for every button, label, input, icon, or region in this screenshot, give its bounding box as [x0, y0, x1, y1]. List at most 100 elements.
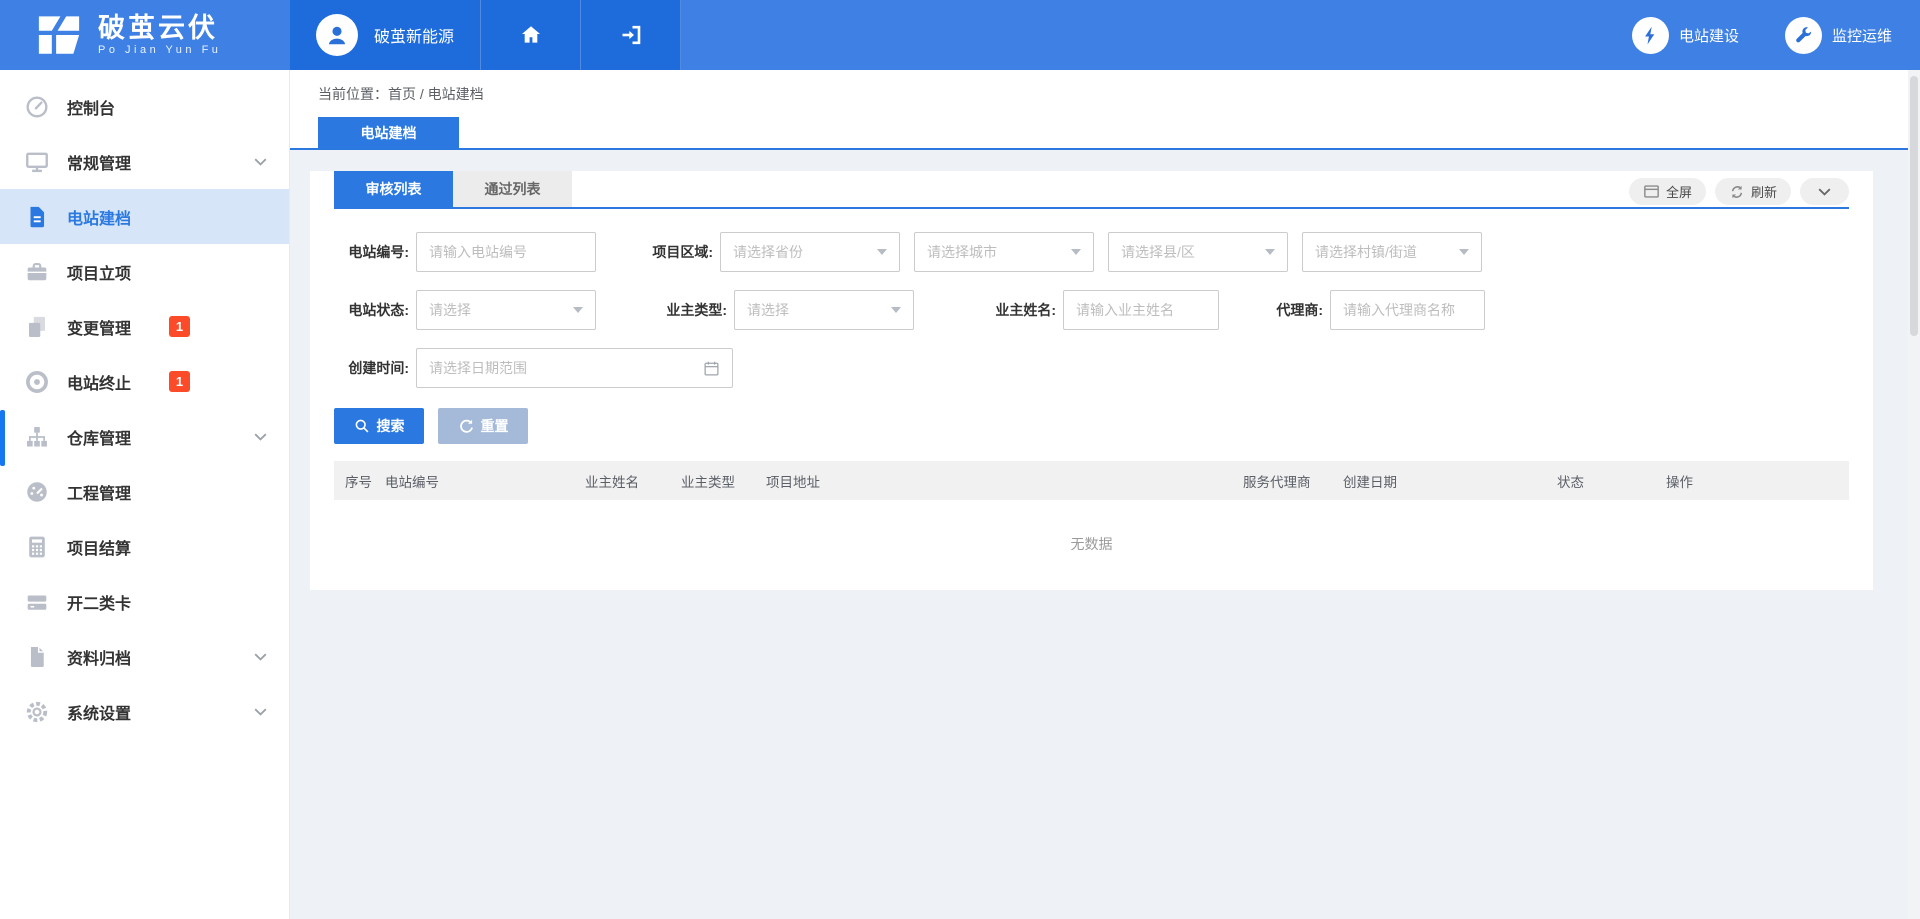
speedometer-icon: [24, 479, 50, 505]
chevron-down-icon: [1818, 188, 1831, 196]
sidebar-item-station-termination[interactable]: 电站终止 1: [0, 354, 289, 409]
sidebar-item-general-mgmt[interactable]: 常规管理: [0, 134, 289, 189]
region-label: 项目区域:: [638, 242, 713, 262]
home-icon: [519, 23, 543, 47]
user-menu[interactable]: 破茧新能源: [290, 0, 481, 70]
city-placeholder: 请选择城市: [927, 242, 997, 262]
copy-icon: [24, 314, 50, 340]
refresh-button[interactable]: 刷新: [1715, 178, 1791, 205]
city-select[interactable]: 请选择城市: [914, 232, 1094, 272]
sidebar-item-label: 工程管理: [67, 480, 131, 504]
sidebar-item-console[interactable]: 控制台: [0, 79, 289, 134]
briefcase-icon: [24, 259, 50, 285]
station-no-input[interactable]: [416, 232, 596, 272]
nav-monitor-ops[interactable]: 监控运维: [1785, 17, 1892, 54]
exit-icon: [618, 23, 644, 47]
village-placeholder: 请选择村镇/街道: [1315, 242, 1417, 262]
fullscreen-label: 全屏: [1666, 182, 1692, 201]
column-header: 操作: [1666, 471, 1849, 491]
owner-name-label: 业主姓名:: [970, 300, 1056, 320]
caret-down-icon: [891, 307, 901, 313]
owner-name-input[interactable]: [1063, 290, 1219, 330]
breadcrumb-path[interactable]: 首页 / 电站建档: [388, 86, 484, 102]
status-select[interactable]: 请选择: [416, 290, 596, 330]
sidebar-item-warehouse-mgmt[interactable]: 仓库管理: [0, 409, 289, 464]
owner-type-select[interactable]: 请选择: [734, 290, 914, 330]
status-label: 电站状态:: [334, 300, 409, 320]
column-header: 项目地址: [766, 471, 1243, 491]
sidebar-item-engineering-mgmt[interactable]: 工程管理: [0, 464, 289, 519]
nav-label: 监控运维: [1832, 25, 1892, 46]
avatar: [316, 14, 358, 56]
sidebar-item-label: 控制台: [67, 95, 115, 119]
sidebar-item-system-settings[interactable]: 系统设置: [0, 684, 289, 739]
page-scrollbar-thumb[interactable]: [1910, 76, 1918, 336]
sidebar-item-change-mgmt[interactable]: 变更管理 1: [0, 299, 289, 354]
sidebar-scrollbar-thumb[interactable]: [0, 410, 5, 466]
breadcrumb: 当前位置：首页 / 电站建档: [290, 70, 1920, 104]
panel-tabs: 审核列表 通过列表: [334, 171, 1849, 209]
filter-row-2: 电站状态: 请选择 业主类型: 请选择 业主姓名: 代理商:: [334, 290, 1849, 330]
sidebar-item-project-initiation[interactable]: 项目立项: [0, 244, 289, 299]
chevron-down-icon: [254, 433, 267, 441]
tab-passed-list[interactable]: 通过列表: [453, 171, 572, 207]
logout-button[interactable]: [581, 0, 681, 70]
brand: 破茧云伏 Po Jian Yun Fu: [0, 0, 290, 70]
page-scrollbar[interactable]: [1908, 70, 1920, 919]
panel-toolbar: 全屏 刷新: [1629, 178, 1849, 205]
brand-subtitle: Po Jian Yun Fu: [98, 44, 221, 56]
caret-down-icon: [1071, 249, 1081, 255]
refresh-icon: [1729, 184, 1745, 200]
fullscreen-button[interactable]: 全屏: [1629, 178, 1706, 205]
tab-review-list[interactable]: 审核列表: [334, 171, 453, 207]
county-select[interactable]: 请选择县/区: [1108, 232, 1288, 272]
status-placeholder: 请选择: [429, 300, 471, 320]
sidebar-item-project-settlement[interactable]: 项目结算: [0, 519, 289, 574]
chevron-down-icon: [254, 653, 267, 661]
calculator-icon: [24, 534, 50, 560]
filter-row-1: 电站编号: 项目区域: 请选择省份 请选择城市 请选择县/区 请选择村镇/街道: [334, 232, 1849, 272]
sidebar-item-label: 项目结算: [67, 535, 131, 559]
search-label: 搜索: [377, 416, 405, 436]
logo-icon: [36, 13, 82, 57]
column-header: 电站编号: [385, 471, 585, 491]
calendar-icon: [703, 360, 720, 377]
column-header: 业主姓名: [585, 471, 681, 491]
breadcrumb-label: 当前位置：: [318, 86, 388, 102]
chevron-down-icon: [254, 708, 267, 716]
created-label: 创建时间:: [334, 358, 409, 378]
station-no-label: 电站编号:: [334, 242, 409, 262]
search-button[interactable]: 搜索: [334, 408, 424, 444]
sidebar-item-station-filing[interactable]: 电站建档: [0, 189, 289, 244]
sidebar-item-label: 常规管理: [67, 150, 131, 174]
home-button[interactable]: [481, 0, 581, 70]
sitemap-icon: [24, 424, 50, 450]
sidebar-item-label: 电站终止: [67, 370, 131, 394]
date-range-input[interactable]: 请选择日期范围: [416, 348, 733, 388]
owner-type-placeholder: 请选择: [747, 300, 789, 320]
reset-button[interactable]: 重置: [438, 408, 528, 444]
province-select[interactable]: 请选择省份: [720, 232, 900, 272]
empty-state-text: 无数据: [334, 500, 1849, 587]
village-select[interactable]: 请选择村镇/街道: [1302, 232, 1482, 272]
table-header: 序号 电站编号 业主姓名 业主类型 项目地址 服务代理商 创建日期 状态 操作: [334, 461, 1849, 500]
file-icon: [24, 204, 50, 230]
breadcrumb-band: 当前位置：首页 / 电站建档 电站建档: [290, 70, 1920, 150]
page-tab-station-filing[interactable]: 电站建档: [318, 117, 459, 148]
sidebar-item-label: 变更管理: [67, 315, 131, 339]
filter-row-3: 创建时间: 请选择日期范围: [334, 348, 1849, 388]
topbar: 破茧云伏 Po Jian Yun Fu 破茧新能源: [0, 0, 1920, 70]
panel: 审核列表 通过列表 全屏 刷新: [310, 171, 1873, 590]
column-header: 业主类型: [681, 471, 766, 491]
agent-input[interactable]: [1330, 290, 1485, 330]
search-icon: [354, 418, 370, 434]
caret-down-icon: [573, 307, 583, 313]
lightning-icon: [1632, 17, 1669, 54]
collapse-button[interactable]: [1800, 178, 1849, 205]
sidebar-item-data-archive[interactable]: 资料归档: [0, 629, 289, 684]
owner-type-label: 业主类型:: [652, 300, 727, 320]
sidebar-item-label: 电站建档: [67, 205, 131, 229]
sidebar: 控制台 常规管理 电站建档 项目立项 变更管理 1: [0, 70, 290, 919]
nav-station-build[interactable]: 电站建设: [1632, 17, 1739, 54]
sidebar-item-class2-card[interactable]: 开二类卡: [0, 574, 289, 629]
